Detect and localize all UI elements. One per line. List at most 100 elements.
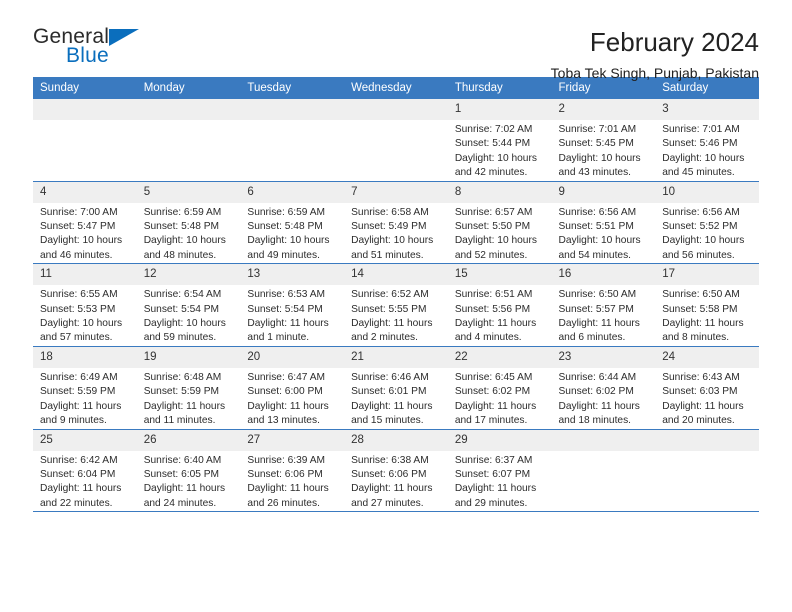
daylight-text: Daylight: 11 hours and 2 minutes. [351,318,433,344]
day-cell-inner: 16 Sunrise: 6:50 AM Sunset: 5:57 PM Dayligh… [551,264,656,346]
calendar-day-cell[interactable]: 8 Sunrise: 6:57 AM Sunset: 5:50 PM Daylight… [447,180,552,264]
sunrise-text: Sunrise: 6:52 AM [351,289,429,301]
day-cell-inner: 4 Sunrise: 7:00 AM Sunset: 5:47 PM Daylight… [33,181,137,264]
sunrise-text: Sunrise: 6:37 AM [454,454,533,466]
calendar-day-cell[interactable]: 1 Sunrise: 7:02 AM Sunset: 5:44 PM Daylight… [447,99,552,182]
day-number [551,429,656,451]
calendar-week-row: 1 Sunrise: 7:02 AM Sunset: 5:44 PM Daylight… [33,99,759,182]
calendar-day-cell[interactable]: 21 Sunrise: 6:46 AM Sunset: 6:01 PM Dayligh… [344,345,448,429]
day-detail: Sunrise: 6:43 AM Sunset: 6:03 PM Daylight:… [655,368,759,429]
day-cell-inner: 24 Sunrise: 6:43 AM Sunset: 6:03 PM Dayligh… [655,346,759,429]
calendar-day-cell[interactable]: 20 Sunrise: 6:47 AM Sunset: 6:00 PM Dayligh… [240,345,345,429]
sunrise-text: Sunrise: 7:01 AM [558,124,637,135]
sunrise-text: Sunrise: 6:44 AM [558,371,637,383]
sunset-text: Sunset: 5:46 PM [662,138,738,150]
day-number: 18 [33,346,137,368]
day-cell-inner [655,429,759,512]
daylight-text: Daylight: 10 hours and 52 minutes. [454,235,537,261]
day-number: 19 [136,346,241,368]
calendar-day-cell[interactable]: 9 Sunrise: 6:56 AM Sunset: 5:51 PM Daylight… [551,180,656,264]
sunset-text: Sunset: 5:45 PM [558,138,634,150]
calendar-day-cell[interactable]: 27 Sunrise: 6:39 AM Sunset: 6:06 PM Dayligh… [240,428,345,513]
calendar-cell-empty [551,428,656,513]
calendar-page: General Blue February 2024 Toba Tek Sing… [0,0,792,612]
calendar-day-cell[interactable]: 4 Sunrise: 7:00 AM Sunset: 5:47 PM Daylight… [33,180,137,264]
weekday-header-wednesday: Wednesday [344,77,448,99]
sunset-text: Sunset: 5:53 PM [40,303,116,315]
sunrise-text: Sunrise: 6:43 AM [662,371,740,383]
day-number: 5 [136,181,241,203]
calendar-day-cell[interactable]: 23 Sunrise: 6:44 AM Sunset: 6:02 PM Dayligh… [551,345,656,429]
logo-text-blue: Blue [66,44,109,67]
daylight-text: Daylight: 10 hours and 56 minutes. [662,235,745,261]
day-cell-inner: 27 Sunrise: 6:39 AM Sunset: 6:06 PM Dayligh… [240,429,345,512]
sunrise-text: Sunrise: 6:38 AM [351,454,429,466]
weekday-header-monday: Monday [136,77,241,99]
calendar-day-cell[interactable]: 2 Sunrise: 7:01 AM Sunset: 5:45 PM Daylight… [551,99,656,182]
sunset-text: Sunset: 5:44 PM [454,138,531,150]
day-detail: Sunrise: 6:52 AM Sunset: 5:55 PM Daylight:… [344,285,448,346]
day-cell-inner: 12 Sunrise: 6:54 AM Sunset: 5:54 PM Dayligh… [136,264,241,346]
day-detail: Sunrise: 6:45 AM Sunset: 6:02 PM Daylight:… [448,368,552,429]
sunrise-text: Sunrise: 6:39 AM [247,454,325,466]
calendar-day-cell[interactable]: 18 Sunrise: 6:49 AM Sunset: 5:59 PM Dayligh… [33,345,137,429]
calendar-day-cell[interactable]: 12 Sunrise: 6:54 AM Sunset: 5:54 PM Dayligh… [136,263,241,347]
calendar-day-cell[interactable]: 28 Sunrise: 6:38 AM Sunset: 6:06 PM Dayligh… [344,428,448,513]
daylight-text: Daylight: 11 hours and 26 minutes. [247,483,329,509]
day-detail: Sunrise: 6:56 AM Sunset: 5:51 PM Daylight:… [552,203,656,264]
sunset-text: Sunset: 5:48 PM [143,221,220,233]
daylight-text: Daylight: 10 hours and 45 minutes. [662,152,745,179]
calendar-day-cell[interactable]: 10 Sunrise: 6:56 AM Sunset: 5:52 PM Dayligh… [655,180,759,264]
day-detail: Sunrise: 6:59 AM Sunset: 5:48 PM Daylight:… [137,203,241,264]
calendar-day-cell[interactable]: 3 Sunrise: 7:01 AM Sunset: 5:46 PM Daylight… [655,99,759,182]
general-blue-logo[interactable]: General Blue [33,26,148,72]
sunrise-text: Sunrise: 7:00 AM [40,206,118,218]
day-cell-inner: 22 Sunrise: 6:45 AM Sunset: 6:02 PM Dayligh… [447,346,552,429]
daylight-text: Daylight: 11 hours and 20 minutes. [662,400,744,427]
calendar-week-row: 4 Sunrise: 7:00 AM Sunset: 5:47 PM Daylight… [33,180,759,264]
calendar-day-cell[interactable]: 17 Sunrise: 6:50 AM Sunset: 5:58 PM Dayligh… [655,263,759,347]
calendar-day-cell[interactable]: 29 Sunrise: 6:37 AM Sunset: 6:07 PM Dayligh… [447,428,552,513]
day-detail: Sunrise: 6:50 AM Sunset: 5:58 PM Daylight:… [655,285,759,346]
calendar-day-cell[interactable]: 25 Sunrise: 6:42 AM Sunset: 6:04 PM Dayligh… [33,428,137,513]
sunrise-text: Sunrise: 6:59 AM [247,206,325,218]
calendar-day-cell[interactable]: 15 Sunrise: 6:51 AM Sunset: 5:56 PM Dayligh… [447,263,552,347]
calendar-day-cell[interactable]: 6 Sunrise: 6:59 AM Sunset: 5:48 PM Daylight… [240,180,345,264]
day-number: 13 [240,264,345,286]
sunrise-text: Sunrise: 6:57 AM [454,206,533,218]
sunset-text: Sunset: 5:58 PM [662,303,738,315]
day-number: 12 [136,264,241,286]
day-cell-inner: 23 Sunrise: 6:44 AM Sunset: 6:02 PM Dayligh… [551,346,656,429]
calendar-day-cell[interactable]: 7 Sunrise: 6:58 AM Sunset: 5:49 PM Daylight… [344,180,448,264]
calendar-day-cell[interactable]: 24 Sunrise: 6:43 AM Sunset: 6:03 PM Dayligh… [655,345,759,429]
sunset-text: Sunset: 5:50 PM [454,221,531,233]
calendar-day-cell[interactable]: 13 Sunrise: 6:53 AM Sunset: 5:54 PM Dayligh… [240,263,345,347]
sunset-text: Sunset: 5:55 PM [351,303,427,315]
calendar-day-cell[interactable]: 26 Sunrise: 6:40 AM Sunset: 6:05 PM Dayligh… [136,428,241,513]
day-cell-inner: 21 Sunrise: 6:46 AM Sunset: 6:01 PM Dayligh… [344,346,448,429]
day-detail: Sunrise: 6:55 AM Sunset: 5:53 PM Daylight:… [33,285,137,346]
sunrise-text: Sunrise: 6:50 AM [662,289,740,301]
day-cell-inner: 26 Sunrise: 6:40 AM Sunset: 6:05 PM Dayligh… [136,429,241,512]
day-number: 16 [551,264,656,286]
day-cell-inner: 2 Sunrise: 7:01 AM Sunset: 5:45 PM Daylight… [551,99,656,181]
daylight-text: Daylight: 10 hours and 54 minutes. [558,235,641,261]
calendar-day-cell[interactable]: 19 Sunrise: 6:48 AM Sunset: 5:59 PM Dayligh… [136,345,241,429]
calendar-day-cell[interactable]: 22 Sunrise: 6:45 AM Sunset: 6:02 PM Dayligh… [447,345,552,429]
day-number: 25 [33,429,137,451]
calendar-day-cell[interactable]: 11 Sunrise: 6:55 AM Sunset: 5:53 PM Dayligh… [33,263,137,347]
calendar-day-cell[interactable]: 16 Sunrise: 6:50 AM Sunset: 5:57 PM Dayligh… [551,263,656,347]
daylight-text: Daylight: 11 hours and 15 minutes. [351,400,433,427]
day-detail: Sunrise: 6:47 AM Sunset: 6:00 PM Daylight:… [240,368,344,429]
sunset-text: Sunset: 6:06 PM [247,468,323,480]
daylight-text: Daylight: 11 hours and 18 minutes. [558,400,640,427]
day-cell-inner: 10 Sunrise: 6:56 AM Sunset: 5:52 PM Dayligh… [655,181,759,264]
triangle-icon [109,29,139,46]
day-number [240,99,345,120]
sunrise-text: Sunrise: 6:53 AM [247,289,325,301]
calendar-day-cell[interactable]: 5 Sunrise: 6:59 AM Sunset: 5:48 PM Daylight… [136,180,241,264]
calendar-day-cell[interactable]: 14 Sunrise: 6:52 AM Sunset: 5:55 PM Dayligh… [344,263,448,347]
day-cell-inner: 28 Sunrise: 6:38 AM Sunset: 6:06 PM Dayligh… [344,429,448,512]
sunset-text: Sunset: 6:06 PM [351,468,427,480]
day-cell-inner [136,99,241,181]
